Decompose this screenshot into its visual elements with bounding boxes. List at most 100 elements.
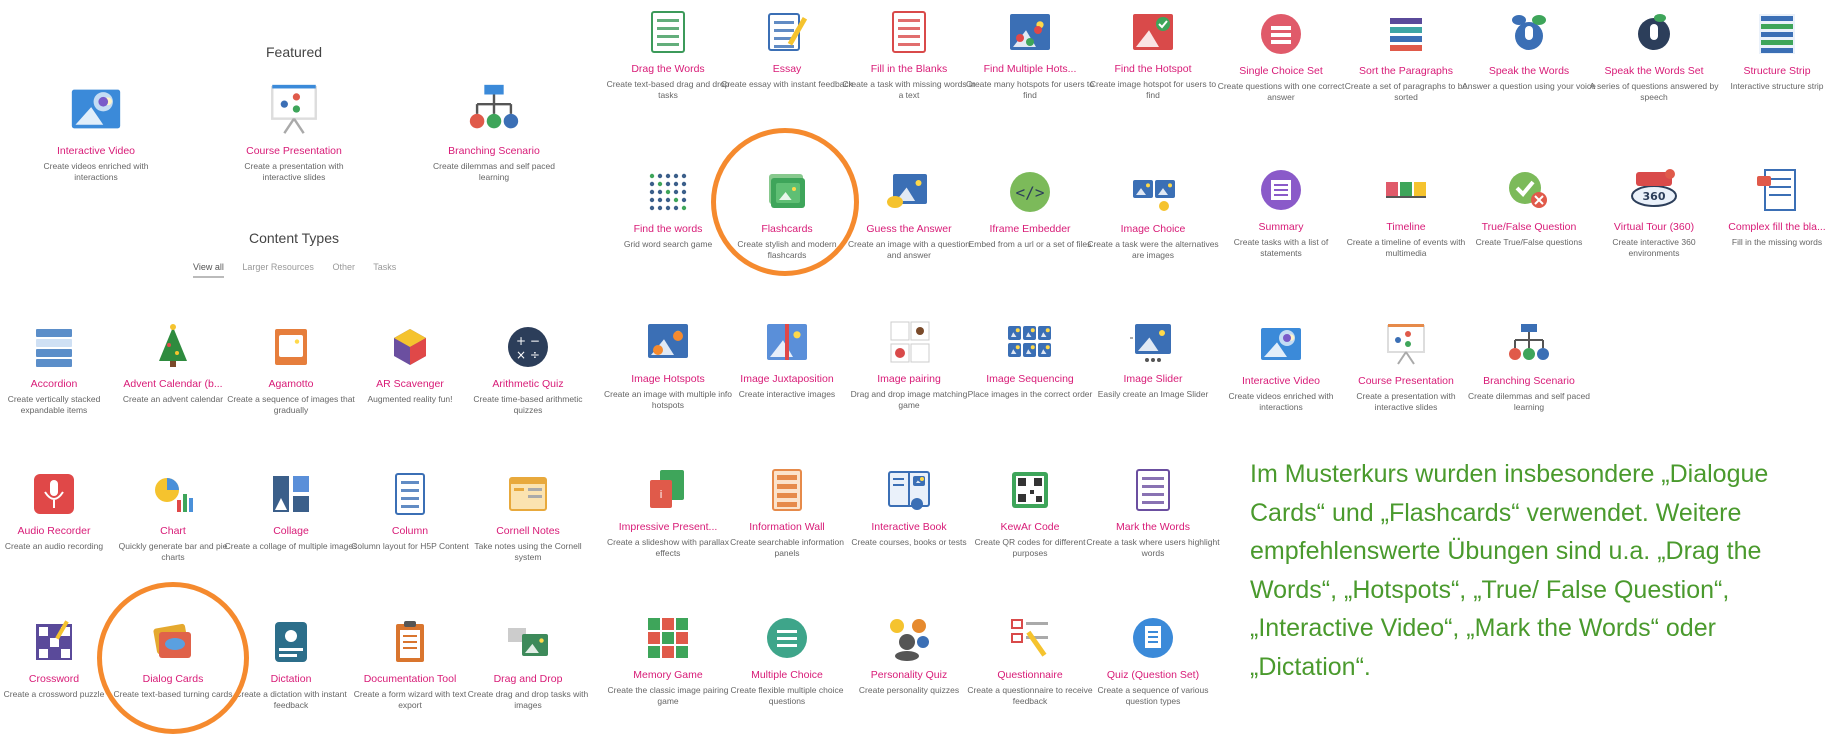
- content-type-description: Interactive structure strip: [1730, 81, 1824, 91]
- memory-icon: [644, 614, 692, 662]
- content-type-description: Fill in the missing words: [1731, 237, 1823, 247]
- impress-icon: i: [644, 466, 692, 514]
- flashcards-icon: [763, 168, 811, 216]
- arithmetic-icon: + − × ÷: [504, 323, 552, 371]
- content-type-description: Create time-based arithmetic quizzes: [473, 394, 583, 415]
- qr-code-icon: [1006, 466, 1054, 514]
- speak-icon: [1505, 10, 1553, 58]
- info-wall-icon: [763, 466, 811, 514]
- content-type-title: Drag and Drop: [493, 673, 563, 685]
- content-type-interactive-video[interactable]: Interactive Video Create videos enriched …: [21, 80, 171, 183]
- content-type-title: Course Presentation: [246, 145, 342, 157]
- chart-icon: [149, 470, 197, 518]
- svg-text:i: i: [659, 488, 662, 501]
- juxtaposition-icon: [763, 318, 811, 366]
- content-type-description: Take notes using the Cornell system: [474, 541, 582, 562]
- image-pairing-icon: [885, 318, 933, 366]
- speak-set-icon: [1630, 10, 1678, 58]
- svg-text:</>: </>: [1016, 183, 1045, 202]
- featured-heading: Featured: [265, 44, 323, 60]
- content-type-title: Arithmetic Quiz: [492, 378, 564, 390]
- content-type-title: Mark the Words: [1116, 521, 1190, 533]
- content-type-description: Create dilemmas and self paced learning: [1468, 391, 1590, 412]
- multi-hotspot-icon: [1006, 8, 1054, 56]
- content-type-mark-the-words[interactable]: Mark the Words Create a task where users …: [1078, 466, 1228, 559]
- word-search-icon: [644, 168, 692, 216]
- agamotto-icon: [267, 323, 315, 371]
- content-type-description: Create dilemmas and self paced learning: [433, 161, 555, 182]
- summary-icon: [1257, 166, 1305, 214]
- christmas-tree-icon: [149, 323, 197, 371]
- content-type-course-presentation[interactable]: Course Presentation Create a presentation…: [219, 80, 369, 183]
- content-type-description: Create videos enriched with interactions: [43, 161, 149, 182]
- content-type-title: Complex fill the bla...: [1728, 221, 1826, 233]
- crossword-icon: [30, 618, 78, 666]
- content-type-description: Create a presentation with interactive s…: [244, 161, 344, 182]
- image-choice-icon: [1129, 168, 1177, 216]
- mark-words-icon: [1129, 466, 1177, 514]
- interactive-video-icon: [51, 80, 141, 138]
- clipboard-icon: [386, 618, 434, 666]
- column-icon: [386, 470, 434, 518]
- content-type-tabs: View all Larger Resources Other Tasks: [193, 262, 412, 278]
- dialog-cards-icon: [149, 618, 197, 666]
- sort-paragraphs-icon: [1382, 10, 1430, 58]
- book-icon: [885, 466, 933, 514]
- branching-scenario-icon: [449, 80, 539, 138]
- content-type-branching-scenario[interactable]: Branching Scenario Create dilemmas and se…: [1454, 320, 1604, 413]
- accordion-icon: [30, 323, 78, 371]
- collage-icon: [267, 470, 315, 518]
- content-type-drag-and-drop[interactable]: Drag and Drop Create drag and drop tasks …: [453, 618, 603, 711]
- course-presentation-icon: [1382, 320, 1430, 368]
- content-type-title: Branching Scenario: [448, 145, 540, 157]
- image-sequencing-icon: [1006, 318, 1054, 366]
- image-slider-icon: [1129, 318, 1177, 366]
- questionnaire-icon: [1006, 614, 1054, 662]
- note-text: Im Musterkurs wurden insbesondere „Dialo…: [1250, 460, 1769, 681]
- hotspot-icon: [1129, 8, 1177, 56]
- content-type-branching-scenario[interactable]: Branching Scenario Create dilemmas and se…: [419, 80, 569, 183]
- content-type-description: Create a task where users highlight word…: [1086, 537, 1220, 558]
- course-presentation-icon: [249, 80, 339, 138]
- timeline-icon: [1382, 166, 1430, 214]
- content-types-heading: Content Types: [248, 230, 340, 246]
- dictation-icon: [267, 618, 315, 666]
- content-type-cornell-notes[interactable]: Cornell Notes Take notes using the Cornel…: [453, 470, 603, 563]
- fill-blanks-icon: [885, 8, 933, 56]
- drag-words-icon: [644, 8, 692, 56]
- content-type-title: Cornell Notes: [496, 525, 560, 537]
- notes-icon: [504, 470, 552, 518]
- structure-strip-icon: [1753, 10, 1801, 58]
- tab-view-all[interactable]: View all: [193, 262, 224, 278]
- content-type-title: Quiz (Question Set): [1106, 669, 1200, 681]
- image-hotspots-icon: [644, 318, 692, 366]
- tab-tasks[interactable]: Tasks: [373, 262, 396, 272]
- content-type-description: Create a sequence of various question ty…: [1097, 685, 1209, 706]
- content-type-title: Interactive Video: [56, 145, 136, 157]
- multiple-choice-icon: [763, 614, 811, 662]
- iframe-icon: </>: [1006, 168, 1054, 216]
- svg-text:+ −: + −: [516, 334, 540, 348]
- content-type-description: Create drag and drop tasks with images: [467, 689, 589, 710]
- single-choice-icon: [1257, 10, 1305, 58]
- svg-text:360: 360: [1643, 190, 1666, 203]
- content-type-structure-strip[interactable]: Structure Strip Interactive structure str…: [1702, 10, 1839, 92]
- microphone-icon: [30, 470, 78, 518]
- content-type-quiz-question-set[interactable]: Quiz (Question Set) Create a sequence of …: [1078, 614, 1228, 707]
- branching-scenario-icon: [1505, 320, 1553, 368]
- complex-fill-icon: [1753, 166, 1801, 214]
- true-false-icon: [1505, 166, 1553, 214]
- ar-cube-icon: [386, 323, 434, 371]
- quiz-icon: [1129, 614, 1177, 662]
- personality-icon: [885, 614, 933, 662]
- essay-icon: [763, 8, 811, 56]
- content-type-title: Branching Scenario: [1483, 375, 1575, 387]
- svg-text:× ÷: × ÷: [516, 348, 540, 362]
- interactive-video-icon: [1257, 320, 1305, 368]
- drag-drop-icon: [504, 618, 552, 666]
- tab-other[interactable]: Other: [332, 262, 355, 272]
- guess-answer-icon: [885, 168, 933, 216]
- content-type-arithmetic-quiz[interactable]: + − × ÷ Arithmetic Quiz Create time-based a…: [453, 323, 603, 416]
- content-type-complex-fill-the-bla[interactable]: Complex fill the bla... Fill in the missi…: [1702, 166, 1839, 248]
- tab-larger-resources[interactable]: Larger Resources: [242, 262, 314, 272]
